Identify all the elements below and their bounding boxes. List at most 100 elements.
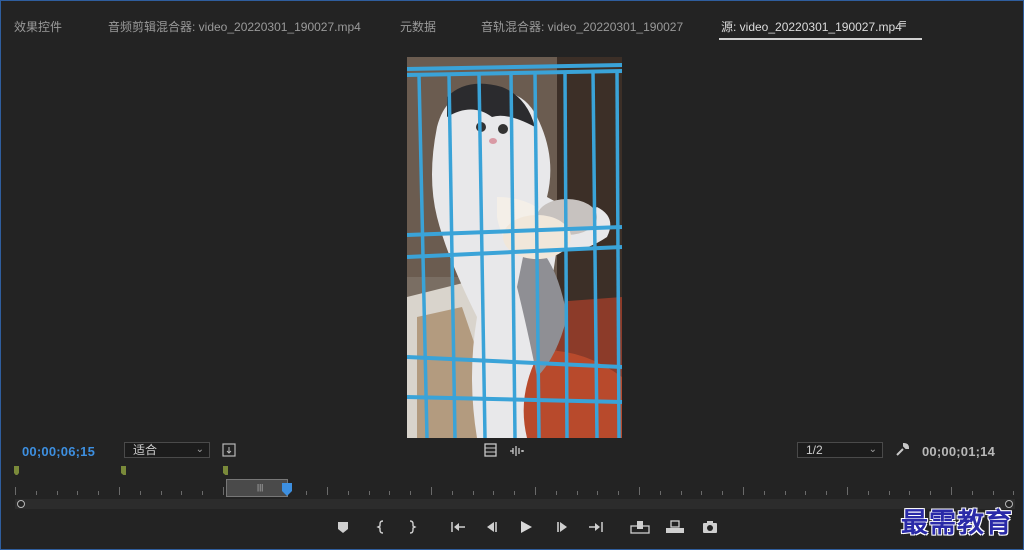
add-marker-button[interactable]: [336, 520, 352, 536]
insert-icon: [630, 521, 650, 534]
ruler-tick: [618, 491, 620, 495]
active-tab-underline: [719, 38, 922, 40]
mark-out-icon: [409, 520, 417, 534]
ruler-tick: [56, 491, 58, 495]
ruler-tick: [160, 491, 162, 495]
tab-audio-track-mixer[interactable]: 音轨混合器: video_20220301_190027: [481, 18, 683, 35]
ruler-tick: [847, 487, 848, 495]
go-to-out-button[interactable]: [588, 520, 604, 536]
ruler-tick: [701, 491, 703, 495]
ruler-tick: [451, 491, 453, 495]
marker-flag[interactable]: [121, 466, 126, 475]
ruler-tick: [139, 491, 141, 495]
playhead-timecode[interactable]: 00;00;06;15: [22, 444, 95, 459]
go-to-in-icon: [451, 522, 465, 532]
ruler-tick: [597, 491, 599, 495]
export-frame-icon: [703, 521, 717, 533]
time-ruler[interactable]: [15, 483, 1015, 499]
ruler-tick: [1013, 491, 1015, 495]
drag-audio-only-icon[interactable]: [509, 444, 525, 462]
mark-out-button[interactable]: [405, 520, 421, 536]
marker-flag[interactable]: [14, 466, 19, 475]
ruler-tick: [659, 491, 661, 495]
ruler-tick: [306, 491, 308, 495]
wrench-icon[interactable]: [895, 442, 910, 462]
video-preview: [407, 57, 622, 438]
ruler-tick: [930, 491, 932, 495]
ruler-tick: [555, 491, 557, 495]
tab-bar: 效果控件 音频剪辑混合器: video_20220301_190027.mp4 …: [1, 1, 1023, 40]
step-back-icon: [487, 522, 497, 532]
ruler-tick: [576, 491, 578, 495]
ruler-tick: [680, 491, 682, 495]
zoom-scrollbar[interactable]: [15, 499, 1015, 509]
drag-video-only-icon[interactable]: [484, 443, 497, 462]
ruler-tick: [971, 491, 973, 495]
step-forward-button[interactable]: [556, 520, 572, 536]
insert-button[interactable]: [630, 520, 650, 536]
watermark-text: 最需教育: [901, 508, 1013, 539]
ruler-tick: [368, 491, 370, 495]
chevron-down-icon: ⌄: [195, 444, 204, 455]
ruler-tick: [493, 491, 495, 495]
fit-settings-icon[interactable]: [222, 443, 236, 462]
duration-timecode: 00;00;01;14: [922, 444, 996, 459]
ruler-tick: [327, 487, 328, 495]
ruler-tick: [514, 491, 516, 495]
range-grip-icon[interactable]: |||: [257, 483, 263, 492]
step-forward-icon: [557, 522, 567, 532]
ruler-tick: [181, 491, 183, 495]
ruler-tick: [784, 491, 786, 495]
mark-in-button[interactable]: [374, 520, 390, 536]
playhead-icon[interactable]: [282, 483, 292, 497]
ruler-tick: [909, 491, 911, 495]
ruler-tick: [35, 491, 37, 495]
source-monitor-panel: 效果控件 音频剪辑混合器: video_20220301_190027.mp4 …: [1, 1, 1023, 549]
marker-flag[interactable]: [223, 466, 228, 475]
play-button[interactable]: [519, 520, 535, 536]
overwrite-button[interactable]: [665, 520, 685, 536]
ruler-tick: [743, 487, 744, 495]
ruler-tick: [15, 487, 16, 495]
tab-source-label: 源: video_20220301_190027.mp4: [721, 20, 902, 34]
ruler-tick: [347, 491, 349, 495]
ruler-tick: [826, 491, 828, 495]
step-back-button[interactable]: [484, 520, 500, 536]
ruler-tick: [431, 487, 432, 495]
ruler-tick: [992, 491, 994, 495]
ruler-tick: [472, 491, 474, 495]
chevron-down-icon: ⌄: [868, 444, 877, 455]
zoom-level-select[interactable]: 适合 ⌄: [124, 442, 210, 458]
overwrite-icon: [666, 520, 684, 533]
add-marker-icon: [338, 522, 348, 533]
ruler-tick: [223, 487, 224, 495]
export-frame-button[interactable]: [702, 520, 718, 536]
tab-metadata[interactable]: 元数据: [400, 18, 436, 35]
tab-audio-clip-mixer[interactable]: 音频剪辑混合器: video_20220301_190027.mp4: [108, 18, 361, 35]
hamburger-icon[interactable]: ≡: [899, 16, 907, 31]
ruler-tick: [867, 491, 869, 495]
ruler-tick: [535, 487, 536, 495]
ruler-tick: [888, 491, 890, 495]
go-to-out-icon: [589, 522, 603, 532]
zoom-handle-left[interactable]: [17, 500, 25, 508]
cat-in-cage-frame: [407, 57, 622, 438]
playback-resolution-value: 1/2: [806, 443, 823, 457]
ruler-tick: [389, 491, 391, 495]
play-icon: [521, 521, 532, 533]
ruler-tick: [77, 491, 79, 495]
tab-source[interactable]: 源: video_20220301_190027.mp4: [719, 18, 922, 40]
ruler-tick: [805, 491, 807, 495]
playback-resolution-select[interactable]: 1/2 ⌄: [797, 442, 883, 458]
ruler-tick: [410, 491, 412, 495]
ruler-tick: [722, 491, 724, 495]
zoom-level-value: 适合: [133, 443, 158, 457]
ruler-tick: [119, 487, 120, 495]
go-to-in-button[interactable]: [450, 520, 466, 536]
ruler-tick: [202, 491, 204, 495]
ruler-tick: [763, 491, 765, 495]
ruler-tick: [639, 487, 640, 495]
ruler-tick: [951, 487, 952, 495]
tab-effect-controls[interactable]: 效果控件: [14, 18, 62, 35]
mark-in-icon: [376, 520, 384, 534]
